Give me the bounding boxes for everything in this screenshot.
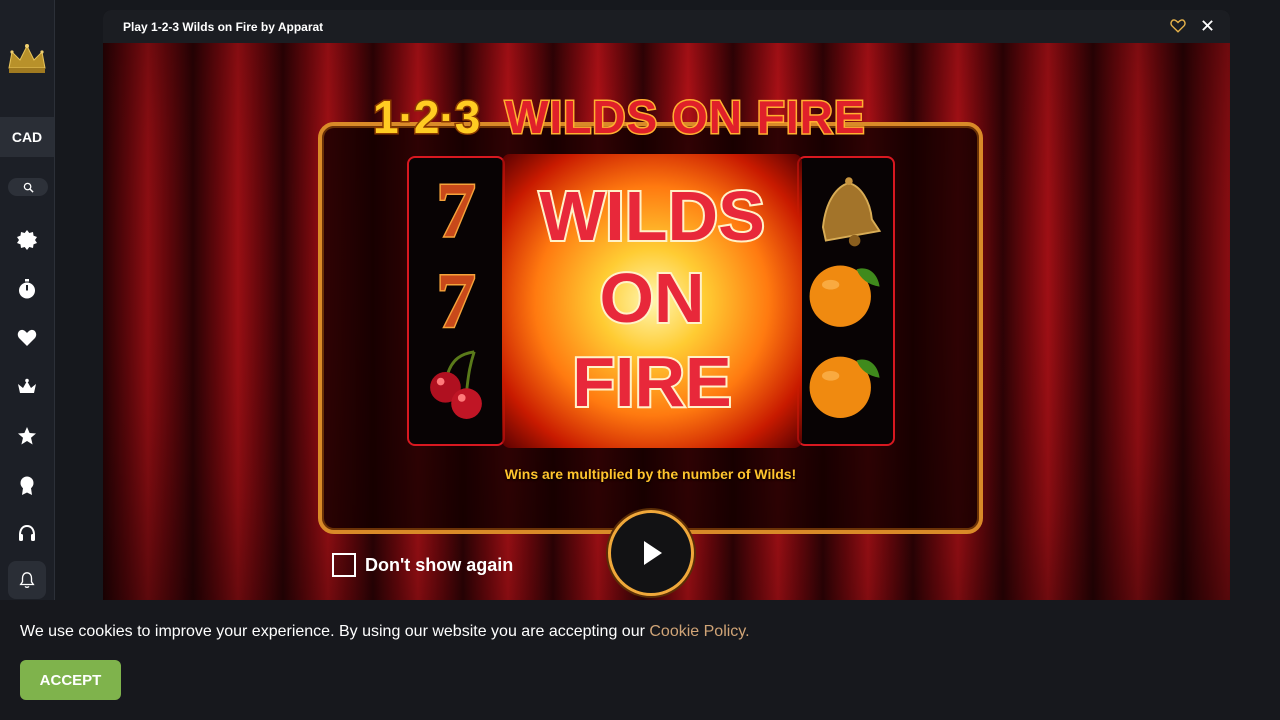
svg-text:WILDS: WILDS xyxy=(539,177,765,255)
orange-symbol xyxy=(809,265,880,327)
favourite-button[interactable] xyxy=(1170,18,1188,36)
cookie-text: We use cookies to improve your experienc… xyxy=(20,623,650,640)
crown-icon xyxy=(18,378,36,393)
play-button[interactable] xyxy=(608,510,694,596)
heart-outline-icon xyxy=(1170,19,1186,33)
svg-text:7: 7 xyxy=(436,168,475,255)
heart-icon xyxy=(17,329,37,346)
reel-right xyxy=(797,156,895,446)
svg-text:FIRE: FIRE xyxy=(572,343,731,421)
headset-icon xyxy=(19,524,35,541)
svg-text:1·2·3: 1·2·3 xyxy=(373,91,480,143)
sidebar: CAD xyxy=(0,0,55,600)
game-titlebar: Play 1-2-3 Wilds on Fire by Apparat xyxy=(103,10,1230,43)
new-badge-icon xyxy=(17,230,37,250)
nav-support[interactable] xyxy=(13,520,41,548)
search-icon xyxy=(23,182,34,193)
dont-show-again-checkbox[interactable] xyxy=(332,553,356,577)
nav-vip[interactable] xyxy=(13,373,41,401)
svg-text:7: 7 xyxy=(436,258,475,345)
wilds-on-fire-feature: WILDS ON FIRE xyxy=(502,154,802,448)
intro-panel: 7 7 WILDS ON FIRE Wins are multiplied by… xyxy=(318,122,983,534)
play-icon xyxy=(644,541,662,565)
game-stage: 1·2·3 WILDS ON FIRE 7 7 WILDS ON FIRE Wi… xyxy=(103,43,1230,610)
stopwatch-icon xyxy=(19,279,35,299)
nav-new-games[interactable] xyxy=(13,226,41,254)
bell-symbol xyxy=(822,177,882,247)
close-icon xyxy=(1201,20,1213,31)
award-icon xyxy=(20,476,34,495)
currency-selector[interactable]: CAD xyxy=(0,117,54,157)
feature-caption: Wins are multiplied by the number of Wil… xyxy=(504,466,797,482)
game-window: Play 1-2-3 Wilds on Fire by Apparat 1·2·… xyxy=(103,10,1230,610)
cookie-message: We use cookies to improve your experienc… xyxy=(20,623,750,641)
accept-cookies-button[interactable]: ACCEPT xyxy=(20,660,121,700)
crown-logo-icon[interactable] xyxy=(6,42,48,76)
cookie-banner: We use cookies to improve your experienc… xyxy=(0,600,1280,720)
reel-left: 7 7 xyxy=(407,156,505,446)
nav-promotions[interactable] xyxy=(13,471,41,499)
game-window-title: Play 1-2-3 Wilds on Fire by Apparat xyxy=(123,20,324,34)
notifications-button[interactable] xyxy=(8,561,46,599)
seven-symbol: 7 xyxy=(435,166,477,256)
nav-favourites[interactable] xyxy=(13,324,41,352)
close-button[interactable] xyxy=(1198,17,1216,35)
dont-show-again-label: Don't show again xyxy=(365,554,514,575)
seven-symbol: 7 xyxy=(435,256,477,346)
dont-show-again-toggle[interactable]: Don't show again xyxy=(332,553,513,577)
search-button[interactable] xyxy=(8,178,48,196)
svg-text:ON: ON xyxy=(600,259,705,337)
star-icon xyxy=(18,427,36,445)
cookie-policy-link[interactable]: Cookie Policy. xyxy=(649,623,749,640)
bell-icon xyxy=(19,572,35,588)
nav-recent[interactable] xyxy=(13,275,41,303)
orange-symbol xyxy=(809,356,880,419)
game-logo: 1·2·3 WILDS ON FIRE xyxy=(373,90,866,144)
svg-text:WILDS ON FIRE: WILDS ON FIRE xyxy=(505,91,866,143)
nav-popular[interactable] xyxy=(13,422,41,450)
cherries-symbol xyxy=(430,350,482,419)
